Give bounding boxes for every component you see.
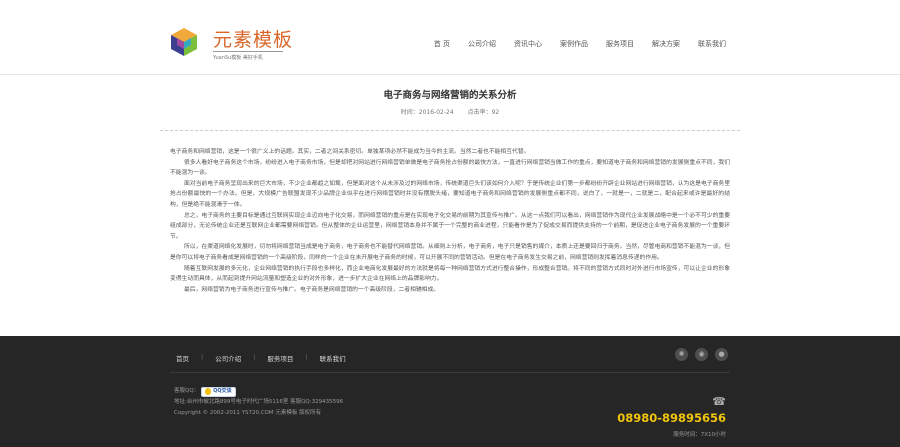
cube-logo-icon xyxy=(171,28,197,56)
article-paragraph: 面对当前电子商务呈现出来的巨大市场，不少企业都趋之如鹜，但是面对这个从未涉及过的… xyxy=(170,180,730,208)
qq-icon[interactable]: ● xyxy=(715,348,728,361)
footer-nav-contact[interactable]: 联系我们 xyxy=(320,353,346,363)
footer-copyright: Copyright © 2002-2011 YS720.COM 元素模板 版权所… xyxy=(174,410,322,416)
footer-nav-home[interactable]: 首页 xyxy=(176,353,189,363)
qq-chat-button[interactable]: QQ交谈 xyxy=(201,386,236,397)
footer-nav-separator: | xyxy=(201,353,204,361)
article-clicks: 点击率：92 xyxy=(467,109,500,116)
footer-nav-services[interactable]: 服务项目 xyxy=(267,353,293,363)
footer-address: 地址:台州市椒北路899号电子时代广场5116室 客服QQ:329435596 xyxy=(174,399,344,405)
article: 电子商务与网络营销的关系分析 时间：2016-02-24 点击率：92 电子商务… xyxy=(160,75,740,295)
nav-cases[interactable]: 案例作品 xyxy=(560,39,588,49)
article-paragraph: 最后，网络营销为电子商务进行宣传与推广。电子商务是网络营销的一个高级阶段，二者相… xyxy=(184,286,440,293)
site-footer: 首页 | 公司介绍 | 服务项目 | 联系我们 ✺ ◉ ● 客服QQ： QQ交谈… xyxy=(0,336,900,447)
footer-divider xyxy=(170,372,730,373)
article-paragraph: 所以，在渠道网络化发展时，切勿将网络营销当成是电子商务，电子商务也不能替代网络营… xyxy=(170,244,730,261)
logo-name: 元素模板 xyxy=(213,29,294,51)
logo-divider xyxy=(213,51,283,52)
nav-home[interactable]: 首 页 xyxy=(434,39,450,49)
service-hours: 服务时间：7X10小时 xyxy=(673,432,726,438)
nav-news[interactable]: 资讯中心 xyxy=(514,39,542,49)
nav-services[interactable]: 服务项目 xyxy=(606,39,634,49)
nav-solutions[interactable]: 解决方案 xyxy=(652,39,680,49)
footer-nav-separator: | xyxy=(305,353,308,361)
footer-nav-separator: | xyxy=(253,353,256,361)
weibo-icon[interactable]: ✺ xyxy=(675,348,688,361)
footer-phone: ☎ 08980-89895656 服务时间：7X10小时 xyxy=(617,396,726,438)
footer-info: 客服QQ： QQ交谈 地址:台州市椒北路899号电子时代广场5116室 客服QQ… xyxy=(174,386,343,419)
main-nav: 首 页 公司介绍 资讯中心 案例作品 服务项目 解决方案 联系我们 xyxy=(416,39,726,49)
qq-chat-label: QQ交谈 xyxy=(213,388,232,394)
qq-label: 客服QQ： xyxy=(174,388,200,394)
phone-icon: ☎ xyxy=(712,395,726,408)
nav-contact[interactable]: 联系我们 xyxy=(698,39,726,49)
article-paragraph: 随着互联网发展的多元化，企业网络营销的执行手段也多样化，而企业电商化发展最好的方… xyxy=(170,265,730,283)
article-paragraph: 电子商务和网络营销，这是一个很广义上的话题。其实，二者之间关系密切。单独某项必然… xyxy=(170,149,530,155)
social-links: ✺ ◉ ● xyxy=(668,348,728,361)
article-meta: 时间：2016-02-24 点击率：92 xyxy=(170,107,730,116)
footer-qq-row: 客服QQ： QQ交谈 xyxy=(174,386,343,397)
phone-number: 08980-89895656 xyxy=(617,411,726,425)
footer-nav: 首页 | 公司介绍 | 服务项目 | 联系我们 xyxy=(176,353,358,363)
site-header: 元素模板 YuanSu模板 美好手机 首 页 公司介绍 资讯中心 案例作品 服务… xyxy=(0,0,900,75)
article-time: 时间：2016-02-24 xyxy=(400,109,454,116)
wechat-icon[interactable]: ◉ xyxy=(695,348,708,361)
logo-tagline: YuanSu模板 美好手机 xyxy=(213,55,263,61)
article-divider xyxy=(160,130,740,131)
article-paragraph: 总之，电子商务的主要目标是通过互联网实现企业迈向电子化交易，而网络营销的重点是在… xyxy=(170,212,730,240)
footer-nav-about[interactable]: 公司介绍 xyxy=(215,353,241,363)
article-body: 电子商务和网络营销，这是一个很广义上的话题。其实，二者之间关系密切。单独某项必然… xyxy=(170,147,730,295)
qq-penguin-icon xyxy=(205,388,212,395)
article-paragraph: 很多人看好电子商务这个市场，纷纷进入电子商务市场，但是却把对网站进行网络营销单做… xyxy=(170,159,730,177)
article-title: 电子商务与网络营销的关系分析 xyxy=(383,90,517,101)
nav-about[interactable]: 公司介绍 xyxy=(468,39,496,49)
logo[interactable]: 元素模板 YuanSu模板 美好手机 xyxy=(168,22,298,66)
